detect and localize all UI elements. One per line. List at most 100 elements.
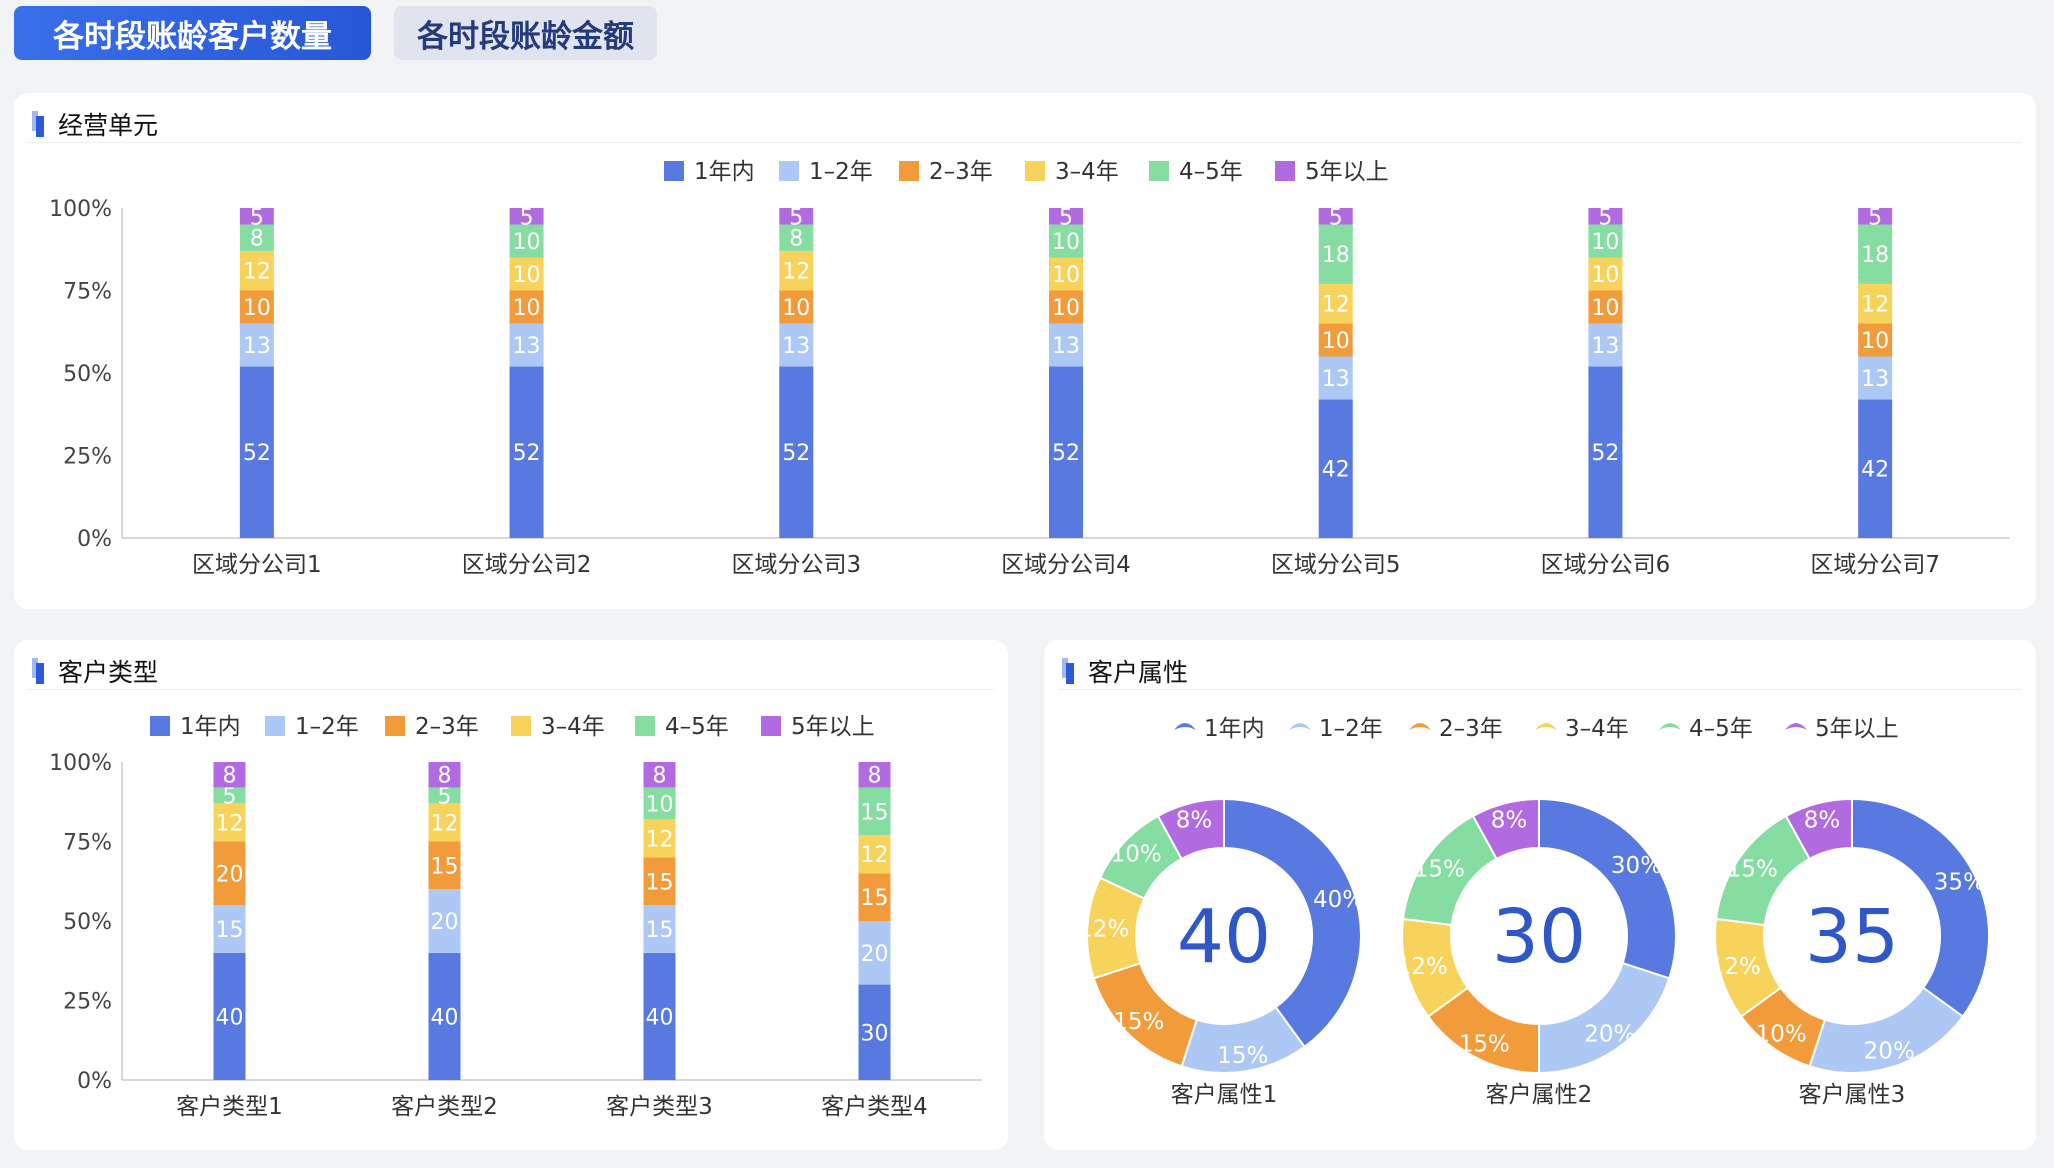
bar-value-label: 13 — [1052, 334, 1080, 359]
bookmark-icon — [32, 657, 46, 684]
legend-marker-icon — [1535, 723, 1557, 730]
legend-swatch — [761, 716, 781, 736]
slice-percent-label: 20% — [1584, 1021, 1635, 1047]
legend-swatch — [1025, 161, 1045, 181]
legend-item: 3–4年 — [1535, 716, 1629, 742]
slice-percent-label: 40% — [1313, 887, 1364, 913]
bar-value-label: 10 — [1322, 329, 1350, 354]
legend-item: 1–2年 — [1289, 716, 1383, 742]
legend-label: 2–3年 — [415, 714, 479, 740]
legend-marker-icon — [1409, 723, 1431, 730]
legend-label: 1年内 — [1204, 716, 1265, 742]
bar-value-label: 15 — [431, 854, 459, 879]
slice-percent-label: 8% — [1804, 807, 1841, 833]
panel-title: 客户类型 — [58, 657, 159, 687]
bar-value-label: 13 — [1861, 367, 1889, 392]
legend-swatch — [779, 161, 799, 181]
bar-value-label: 5 — [1868, 205, 1882, 230]
legend-label: 1–2年 — [1319, 716, 1383, 742]
slice-percent-label: 30% — [1611, 853, 1662, 879]
bar-value-label: 8 — [438, 764, 452, 789]
slice-percent-label: 12% — [1078, 916, 1129, 942]
bar-value-label: 10 — [1052, 296, 1080, 321]
panel-customer-type: 客户类型 1年内 1–2年 2–3年 3–4年 4–5年 5年以上 0% 25% 50% 75% 1… — [14, 640, 1008, 1150]
bar-value-label: 12 — [1861, 293, 1889, 318]
bar-value-label: 52 — [243, 441, 271, 466]
y-tick-label: 50% — [63, 910, 112, 935]
bar-value-label: 10 — [1052, 263, 1080, 288]
bar-value-label: 40 — [431, 1005, 459, 1030]
bar-value-label: 10 — [1591, 296, 1619, 321]
slice-percent-label: 15% — [1113, 1009, 1164, 1035]
slice-percent-label: 10% — [1111, 842, 1162, 868]
legend-swatch — [635, 716, 655, 736]
donut-chart: 40% 15% 15% 12% 10% 8% 40 客户属性1 — [1078, 797, 1364, 1108]
donut-chart: 30% 20% 15% 12% 15% 8% 30 客户属性2 — [1397, 797, 1677, 1108]
bar-value-label: 42 — [1861, 458, 1889, 483]
slice-percent-label: 8% — [1491, 807, 1528, 833]
y-tick-label: 100% — [49, 197, 112, 222]
legend-swatch — [1149, 161, 1169, 181]
bar-value-label: 20 — [861, 942, 889, 967]
bar-value-label: 12 — [431, 811, 459, 836]
panel-header: 客户属性 — [1058, 652, 2022, 690]
donut-label: 客户属性3 — [1799, 1082, 1906, 1108]
bar-value-label: 5 — [250, 205, 264, 230]
legend-marker-icon — [1289, 723, 1311, 730]
slice-percent-label: 20% — [1864, 1039, 1915, 1065]
customer-type-chart: 1年内 1–2年 2–3年 3–4年 4–5年 5年以上 0% 25% 50% 75% 100% 40… — [49, 714, 982, 1120]
customer-attribute-chart: 1年内 1–2年 2–3年 3–4年 4–5年 5年以上 40% 15% 15% 12% 10% 8%… — [1078, 716, 1990, 1108]
legend-item: 3–4年 — [1025, 159, 1119, 185]
bar-value-label: 10 — [1591, 230, 1619, 255]
legend-label: 3–4年 — [541, 714, 605, 740]
bar-value-label: 8 — [653, 764, 667, 789]
bookmark-icon — [1062, 657, 1076, 684]
category-label: 区域分公司3 — [731, 552, 861, 578]
bar-value-label: 8 — [223, 764, 237, 789]
legend-label: 1–2年 — [295, 714, 359, 740]
bar-value-label: 13 — [513, 334, 541, 359]
bar-value-label: 10 — [1591, 263, 1619, 288]
legend-item: 1年内 — [150, 714, 241, 740]
bar-value-label: 8 — [868, 764, 882, 789]
bar-value-label: 15 — [861, 800, 889, 825]
y-tick-label: 25% — [63, 990, 112, 1015]
bar-value-label: 10 — [513, 230, 541, 255]
bar-value-label: 15 — [216, 918, 244, 943]
tab-amount[interactable]: 各时段账龄金额 — [394, 6, 657, 60]
slice-percent-label: 35% — [1934, 869, 1985, 895]
legend-item: 1–2年 — [265, 714, 359, 740]
legend-swatch — [899, 161, 919, 181]
legend-label: 4–5年 — [1689, 716, 1753, 742]
business-unit-chart: 1年内 1–2年 2–3年 3–4年 4–5年 5年以上 0% 25% 50% 75% 100% 52… — [49, 159, 2010, 578]
bar-value-label: 10 — [513, 296, 541, 321]
donut-center-value: 40 — [1177, 894, 1271, 980]
panel-header: 客户类型 — [28, 652, 994, 690]
bar-value-label: 10 — [513, 263, 541, 288]
category-label: 客户类型2 — [391, 1094, 498, 1120]
legend-label: 4–5年 — [665, 714, 729, 740]
bar-value-label: 15 — [646, 918, 674, 943]
bar-value-label: 12 — [861, 843, 889, 868]
legend-item: 2–3年 — [385, 714, 479, 740]
donut-label: 客户属性2 — [1486, 1082, 1593, 1108]
bar-value-label: 8 — [789, 227, 803, 252]
tab-customer-count[interactable]: 各时段账龄客户数量 — [14, 6, 371, 60]
legend-label: 3–4年 — [1055, 159, 1119, 185]
slice-percent-label: 12% — [1397, 954, 1448, 980]
legend-item: 5年以上 — [1785, 716, 1899, 742]
slice-percent-label: 15% — [1459, 1031, 1510, 1057]
legend-label: 2–3年 — [929, 159, 993, 185]
bar-value-label: 42 — [1322, 458, 1350, 483]
bar-value-label: 13 — [782, 334, 810, 359]
bar-value-label: 8 — [250, 227, 264, 252]
legend-swatch — [1275, 161, 1295, 181]
donut-chart: 35% 20% 10% 12% 15% 8% 35 客户属性3 — [1710, 797, 1990, 1108]
panel-business-unit: 经营单元 1年内 1–2年 2–3年 3–4年 4–5年 5年以上 0% 25% 50% 75% 1… — [14, 93, 2036, 609]
bar-value-label: 10 — [243, 296, 271, 321]
panel-title: 客户属性 — [1088, 657, 1189, 687]
legend-label: 5年以上 — [791, 714, 875, 740]
category-label: 区域分公司6 — [1541, 552, 1671, 578]
y-tick-label: 100% — [49, 751, 112, 776]
category-label: 客户类型1 — [176, 1094, 283, 1120]
